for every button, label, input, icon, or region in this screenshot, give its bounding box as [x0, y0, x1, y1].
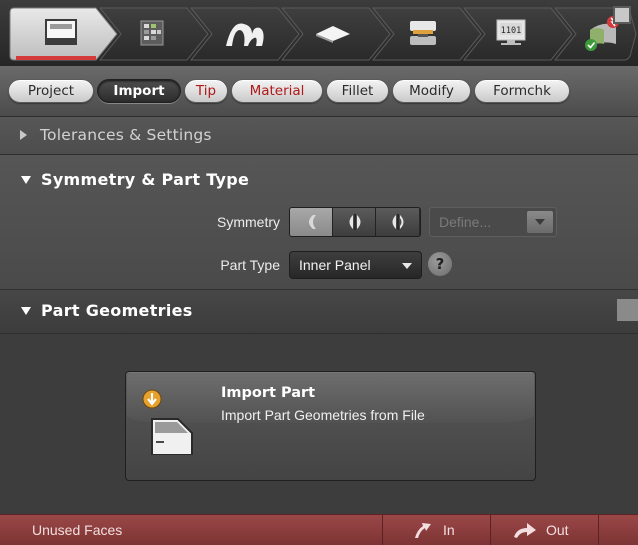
faces-in-button[interactable]: In	[383, 515, 490, 545]
tab-formchk[interactable]: Formchk	[474, 79, 570, 103]
symmetry-button-group	[289, 207, 421, 237]
tab-fillet[interactable]: Fillet	[326, 79, 389, 103]
tab-material[interactable]: Material	[231, 79, 323, 103]
binary-code-text: 1101	[501, 26, 521, 36]
out-label: Out	[546, 522, 569, 538]
geometries-section-title[interactable]: Part Geometries	[41, 301, 193, 320]
part-type-label: Part Type	[220, 257, 280, 273]
footer-checkbox[interactable]	[613, 6, 631, 24]
define-dropdown[interactable]: Define...	[429, 207, 557, 237]
expand-caret-icon	[20, 130, 27, 140]
import-door-icon	[142, 389, 193, 455]
tab-tip[interactable]: Tip	[184, 79, 228, 103]
part-screen-icon	[45, 19, 77, 45]
active-step-accent	[16, 56, 96, 60]
grid-mesh-icon	[140, 20, 164, 46]
define-label: Define...	[439, 214, 492, 230]
in-label: In	[443, 522, 455, 538]
help-button[interactable]: ?	[428, 252, 452, 276]
faces-out-button[interactable]: Out	[491, 515, 597, 545]
no-symmetry-icon	[309, 215, 316, 229]
divider	[598, 515, 599, 545]
workflow-step-bar: 1101	[0, 0, 638, 66]
symmetry-none-button[interactable]	[290, 208, 333, 236]
workflow-chevrons: 1101	[9, 7, 637, 61]
collapse-caret-icon[interactable]	[21, 176, 31, 184]
half-symmetry-icon	[349, 214, 361, 230]
define-dropdown-button[interactable]	[527, 211, 553, 233]
collapse-caret-icon[interactable]	[21, 307, 31, 315]
tab-bar: Project Import Tip Material Fillet Modif…	[0, 66, 638, 117]
symmetry-label: Symmetry	[217, 214, 280, 230]
tab-modify[interactable]: Modify	[392, 79, 471, 103]
symmetry-section-title[interactable]: Symmetry & Part Type	[41, 170, 249, 189]
chevron-down-icon	[402, 263, 412, 269]
part-type-select[interactable]: Inner Panel	[289, 251, 422, 279]
unused-faces-bar: Unused Faces In Out	[0, 514, 638, 545]
tolerances-section-header[interactable]: Tolerances & Settings	[0, 117, 638, 155]
symmetry-full-button[interactable]	[376, 208, 419, 236]
full-symmetry-icon	[392, 214, 404, 230]
tab-import[interactable]: Import	[97, 79, 181, 103]
section-toggle-square[interactable]	[617, 299, 638, 321]
import-part-subtitle: Import Part Geometries from File	[221, 407, 425, 423]
chevron-down-icon	[535, 219, 545, 225]
arrow-in-icon	[415, 523, 431, 538]
arrow-out-icon	[514, 523, 536, 538]
part-type-value: Inner Panel	[299, 257, 371, 273]
tolerances-title: Tolerances & Settings	[40, 126, 212, 144]
import-part-title: Import Part	[221, 385, 316, 401]
tab-project[interactable]: Project	[8, 79, 94, 103]
unused-faces-label: Unused Faces	[32, 522, 123, 538]
symmetry-half-button[interactable]	[333, 208, 376, 236]
import-part-button[interactable]: Import Part Import Part Geometries from …	[125, 371, 536, 481]
die-press-icon	[410, 21, 436, 45]
